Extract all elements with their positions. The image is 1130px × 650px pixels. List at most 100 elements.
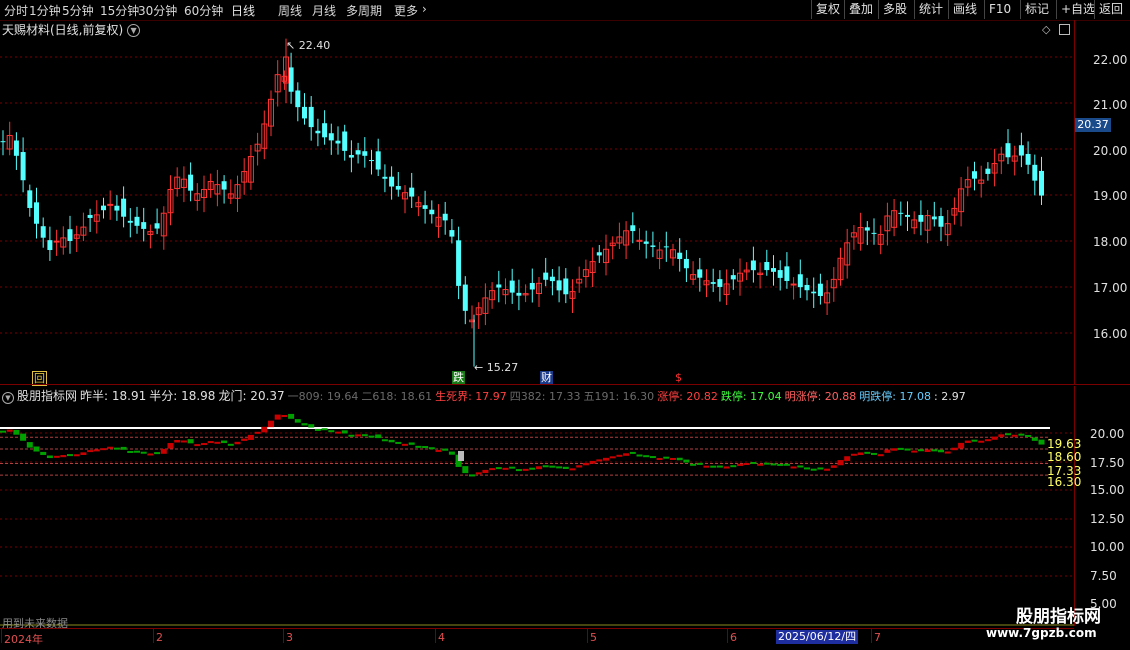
indicator-bar	[26, 442, 33, 448]
price-label: 18.00	[1093, 235, 1128, 249]
indicator-bar	[475, 472, 482, 475]
chevron-down-icon[interactable]: ▼	[2, 392, 14, 404]
indicator-bar	[777, 463, 784, 466]
indicator-axis: 20.00 17.50 15.00 12.50 10.00 7.50 5.00 19.63 18…	[1047, 386, 1130, 626]
indicator-bar	[663, 456, 670, 459]
signal-mark-dollar[interactable]: $	[674, 371, 683, 384]
candle-body	[0, 141, 6, 143]
indicator-bar	[938, 449, 944, 453]
toolbar-button-5[interactable]: F10	[984, 0, 1015, 19]
candle-body	[1018, 145, 1024, 156]
period-tab-4[interactable]: 30分钟	[138, 2, 177, 19]
period-tab-6[interactable]: 日线	[231, 2, 255, 19]
pane-divider[interactable]	[0, 384, 1130, 385]
indicator-bar	[60, 455, 67, 458]
indicator-bar	[1005, 433, 1011, 436]
chart-canvas[interactable]	[0, 0, 1130, 650]
indicator-bar	[268, 420, 274, 428]
signal-mark-finance[interactable]: 财	[540, 371, 553, 384]
toolbar-button-4[interactable]: 画线	[948, 0, 981, 19]
toolbar-button-8[interactable]: 返回	[1094, 0, 1127, 19]
indicator-bar	[797, 465, 804, 468]
toolbar-button-3[interactable]: 统计	[914, 0, 947, 19]
candle-body	[710, 282, 716, 284]
period-tab-10[interactable]: 更多	[394, 2, 418, 19]
indicator-bar	[696, 462, 703, 465]
indicator-value: 龙门: 20.37	[218, 389, 285, 403]
period-tab-0[interactable]: 分时	[4, 2, 28, 19]
period-tab-2[interactable]: 5分钟	[62, 2, 94, 19]
candle-body	[1039, 170, 1044, 196]
indicator-bar	[489, 468, 496, 471]
toolbar-button-1[interactable]: 叠加	[844, 0, 877, 19]
candle-body	[797, 274, 803, 288]
candle-body	[750, 260, 756, 271]
indicator-bar	[1018, 433, 1025, 436]
indicator-bar	[368, 435, 375, 438]
candle-body	[449, 230, 455, 237]
candle-body	[53, 240, 60, 243]
indicator-bar	[502, 467, 509, 470]
indicator-bar	[469, 474, 475, 477]
indicator-bar	[100, 448, 107, 451]
candle-body	[27, 190, 33, 208]
period-tab-5[interactable]: 60分钟	[184, 2, 223, 19]
indicator-bar	[288, 413, 295, 419]
candle-body	[395, 186, 401, 190]
indicator-value: 跌停: 17.04	[720, 390, 782, 403]
period-tab-3[interactable]: 15分钟	[100, 2, 139, 19]
indicator-bar	[743, 463, 750, 466]
toolbar-button-7[interactable]: +自选	[1056, 0, 1099, 19]
indicator-bar	[448, 451, 455, 455]
candle-body	[429, 209, 435, 215]
candle-body	[938, 216, 944, 227]
date-label: 3	[286, 631, 293, 644]
window-toggle-icon[interactable]	[1059, 24, 1070, 35]
candle-body	[563, 278, 569, 295]
indicator-bar	[509, 466, 516, 469]
indicator-axis-label: 15.00	[1090, 483, 1125, 497]
indicator-level-label: 18.60	[1047, 450, 1082, 464]
indicator-bar	[790, 466, 797, 469]
toolbar-button-2[interactable]: 多股	[878, 0, 911, 19]
candle-body	[335, 140, 341, 144]
toolbar-button-6[interactable]: 标记	[1020, 0, 1053, 19]
diamond-icon[interactable]: ◇	[1042, 23, 1050, 36]
indicator-value: 生死界: 17.97	[435, 390, 507, 403]
indicator-header: ▼ 股朋指标网 昨半: 18.91 半分: 18.98 龙门: 20.37 一809: 1…	[2, 387, 969, 404]
period-tab-9[interactable]: 多周期	[346, 2, 382, 19]
toolbar-button-0[interactable]: 复权	[811, 0, 844, 19]
indicator-bar	[589, 460, 596, 464]
candle-body	[972, 171, 977, 179]
indicator-bar	[656, 458, 663, 461]
indicator-bar	[830, 465, 837, 468]
period-tab-8[interactable]: 月线	[312, 2, 336, 19]
signal-mark-fall[interactable]: 跌	[452, 371, 465, 384]
indicator-bar	[603, 457, 609, 461]
period-tab-1[interactable]: 1分钟	[29, 2, 61, 19]
indicator-bar	[670, 457, 676, 460]
indicator-value: 昨半: 18.91	[80, 389, 147, 403]
indicator-bar	[737, 463, 743, 466]
candle-body	[898, 212, 904, 214]
date-tick	[587, 629, 588, 643]
indicator-value: 五191: 16.30	[583, 390, 655, 403]
candle-body	[985, 168, 991, 174]
indicator-bar	[442, 448, 449, 451]
candle-body	[516, 292, 522, 296]
price-label: 17.00	[1093, 281, 1128, 295]
indicator-bar	[964, 440, 971, 443]
indicator-value: 半分: 18.98	[149, 389, 216, 403]
indicator-bar	[971, 439, 978, 442]
chevron-down-icon[interactable]: ▼	[127, 24, 141, 37]
candle-body	[221, 181, 227, 190]
candle-body	[630, 225, 636, 232]
period-tab-7[interactable]: 周线	[278, 2, 302, 19]
indicator-bar	[187, 439, 194, 444]
indicator-bar	[415, 445, 422, 448]
indicator-bar	[308, 424, 315, 428]
candle-body	[1005, 143, 1011, 158]
chevron-right-icon[interactable]: ›	[422, 2, 427, 16]
date-cursor-label: 2025/06/12/四	[776, 630, 859, 644]
indicator-bar	[837, 460, 844, 466]
